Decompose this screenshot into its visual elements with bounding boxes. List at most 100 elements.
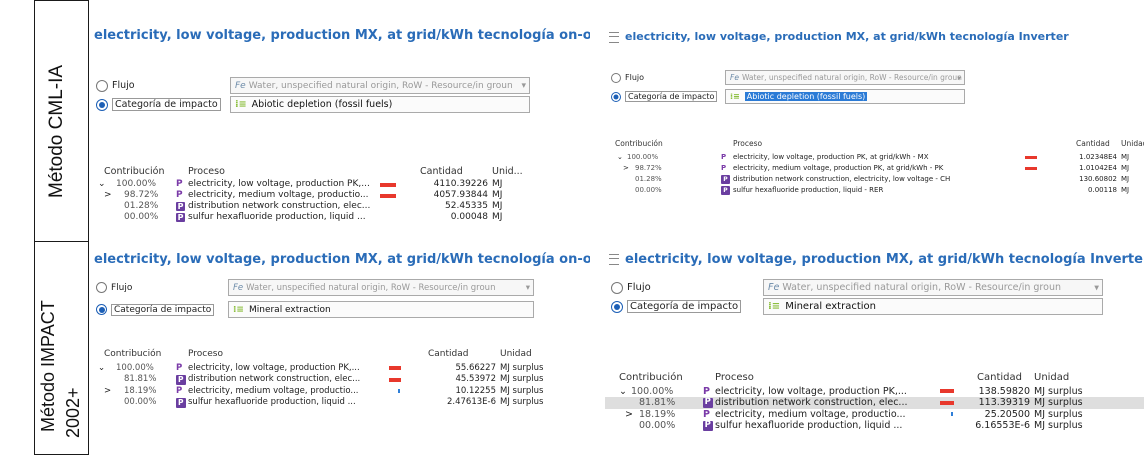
table-row[interactable]: ⌄ 100.00% Pelectricity, low voltage, produ… [605,152,1144,163]
table-row[interactable]: ⌄ 100.00% Pelectricity, low voltage, produ… [90,363,590,375]
row-amount: 0.00118 [1088,186,1117,194]
process-icon: P [721,153,727,161]
table-row[interactable]: 81.81% Pdistribution network construction… [90,374,590,386]
row-process: electricity, low voltage, production PK,… [188,179,370,189]
row-unit: MJ surplus [1034,420,1083,431]
flow-radio[interactable] [96,282,107,293]
row-contribution: 98.72% [635,164,662,172]
header-unit[interactable]: Unid... [492,166,523,177]
header-process[interactable]: Proceso [715,372,754,383]
header-contribution[interactable]: Contribución [619,372,683,383]
process-icon: P [703,420,713,431]
row-contribution: 100.00% [116,179,157,189]
table-row[interactable]: ⌄ 100.00% Pelectricity, low voltage, produ… [90,179,590,190]
panel-title-text: electricity, low voltage, production MX,… [625,30,1069,43]
table-row[interactable]: 00.00% Psulfur hexafluoride production, l… [605,185,1144,196]
flow-radio[interactable] [611,281,623,294]
header-unit[interactable]: Unidad [1121,139,1144,148]
table-row[interactable]: 01.28% Pdistribution network construction… [90,201,590,212]
row-amount: 45.53972 [455,374,496,384]
header-amount[interactable]: Cantidad [1076,139,1110,148]
row-amount: 0.00048 [450,212,488,222]
category-radio-label: Categoría de impacto [112,98,221,111]
impact-category-field[interactable]: ⁞≡ Mineral extraction [228,301,534,318]
header-process[interactable]: Proceso [188,166,225,177]
table-row[interactable]: 00.00% Psulfur hexafluoride production, l… [90,212,590,223]
category-radio-row[interactable]: Categoría de impacto [611,89,718,104]
chevron-down-icon[interactable]: ⌄ [617,152,623,163]
chevron-right-icon[interactable]: > [623,163,629,174]
category-radio[interactable] [611,300,623,313]
row-amount: 6.16553E-6 [975,420,1030,431]
chevron-down-icon[interactable]: ⌄ [98,363,105,375]
category-radio-label: Categoría de impacto [625,91,718,102]
table-row[interactable]: 00.00% Psulfur hexafluoride production, l… [90,397,590,409]
header-process[interactable]: Proceso [188,349,223,359]
category-radio-row[interactable]: Categoría de impacto [611,298,742,315]
flow-radio[interactable] [96,79,108,92]
category-radio-row[interactable]: Categoría de impacto [96,96,221,113]
table-row[interactable]: ⌄ 100.00% Pelectricity, low voltage, produ… [605,386,1144,398]
flow-select[interactable]: Fe Water, unspecified natural origin, RoW… [230,77,530,94]
chevron-down-icon[interactable]: ▾ [526,283,530,293]
flow-type-icon: Fe [730,73,739,82]
impact-category-field[interactable]: ⁞≡ Abiotic depletion (fossil fuels) [230,96,530,113]
category-radio[interactable] [96,98,108,111]
flow-radio-row[interactable]: Flujo [611,70,644,85]
chevron-down-icon[interactable]: ▾ [521,81,526,91]
row-amount: 10.12255 [455,385,496,396]
table-row[interactable]: 00.00% Psulfur hexafluoride production, l… [605,420,1144,432]
flow-select-value: Water, unspecified natural origin, RoW -… [246,282,496,293]
table-row[interactable]: >18.19% Pelectricity, medium voltage, pro… [605,409,1144,421]
impact-category-field[interactable]: ⁞≡ Mineral extraction [763,298,1103,315]
chevron-down-icon[interactable]: ▾ [1094,282,1099,293]
header-amount[interactable]: Cantidad [977,372,1022,383]
header-unit[interactable]: Unidad [500,349,532,359]
flow-select[interactable]: Fe Water, unspecified natural origin, RoW… [725,70,965,85]
flow-select[interactable]: Fe Water, unspecified natural origin, RoW… [228,279,534,296]
chevron-right-icon[interactable]: > [625,409,633,421]
flow-radio[interactable] [611,72,621,83]
editor-icon [609,254,619,265]
chevron-down-icon[interactable]: ▾ [957,73,961,82]
impact-category-icon: ⁞≡ [768,301,781,312]
row-unit: MJ [1121,153,1130,161]
row-contribution: 81.81% [124,374,157,384]
process-icon: P [721,175,730,184]
process-icon: P [176,213,185,222]
header-contribution[interactable]: Contribución [104,349,161,359]
flow-radio-row[interactable]: Flujo [611,279,651,296]
category-radio-row[interactable]: Categoría de impacto [96,301,215,318]
contribution-bar [389,377,401,382]
category-radio[interactable] [96,304,107,315]
header-contribution[interactable]: Contribución [615,139,663,148]
chevron-right-icon[interactable]: > [104,190,112,201]
table-row[interactable]: >18.19% Pelectricity, medium voltage, pro… [90,386,590,398]
flow-select[interactable]: Fe Water, unspecified natural origin, RoW… [763,279,1103,296]
chevron-down-icon[interactable]: ⌄ [98,179,106,190]
impact-category-field[interactable]: ⁞≡ Abiotic depletion (fossil fuels) [725,89,965,104]
table-header: Contribución Proceso Cantidad Unidad [90,349,590,361]
flow-radio-row[interactable]: Flujo [96,279,132,296]
chevron-down-icon[interactable]: ⌄ [619,386,627,398]
contribution-bar [940,400,954,405]
header-amount[interactable]: Cantidad [428,349,468,359]
row-amount: 138.59820 [978,385,1030,397]
table-row[interactable]: 01.28% Pdistribution network construction… [605,174,1144,185]
header-amount[interactable]: Cantidad [420,166,463,177]
header-unit[interactable]: Unidad [1034,372,1069,383]
process-icon: P [703,385,710,397]
row-contribution: 18.19% [639,408,676,420]
table-row[interactable]: >98.72% Pelectricity, medium voltage, pro… [90,190,590,201]
header-contribution[interactable]: Contribución [104,166,164,177]
chevron-right-icon[interactable]: > [104,386,111,398]
header-process[interactable]: Proceso [733,139,762,148]
table-row[interactable]: 81.81% Pdistribution network construction… [605,397,1144,409]
result-panel: electricity, low voltage, production MX,… [90,24,590,236]
row-unit: MJ surplus [1034,397,1083,408]
category-radio[interactable] [611,91,621,102]
flow-radio-row[interactable]: Flujo [96,77,135,94]
impact-category-icon: ⁞≡ [730,92,740,101]
table-row[interactable]: >98.72% Pelectricity, medium voltage, pro… [605,163,1144,174]
impact-category-value: Abiotic depletion (fossil fuels) [744,92,868,101]
